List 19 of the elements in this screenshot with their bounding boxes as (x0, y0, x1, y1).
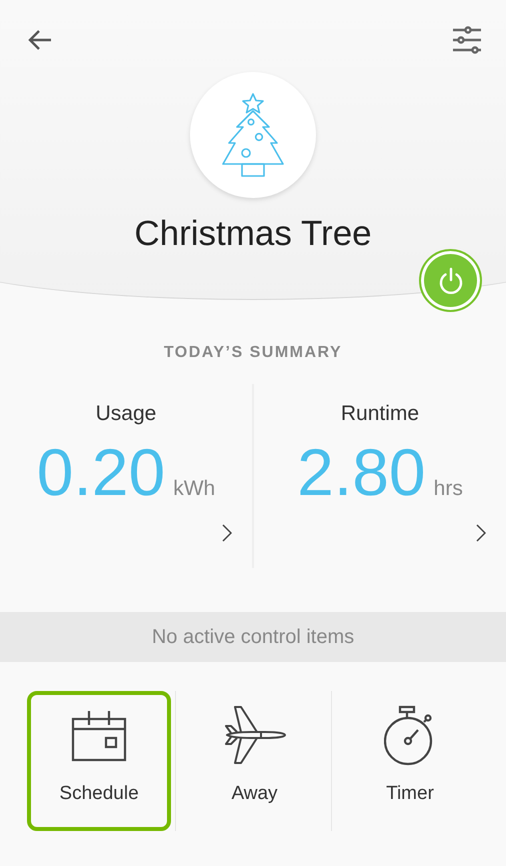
summary-heading: TODAY’S SUMMARY (162, 344, 344, 362)
status-banner: No active control items (0, 612, 506, 662)
control-tile[interactable]: Away (182, 691, 327, 831)
back-arrow-icon[interactable] (27, 29, 53, 51)
airplane-icon (222, 705, 286, 767)
metric-unit: kWh (173, 477, 216, 501)
control-tile[interactable]: Timer (338, 691, 482, 831)
settings-sliders-icon[interactable] (452, 26, 482, 54)
chevron-right-icon[interactable] (476, 524, 486, 542)
metric-value: 2.80 (297, 434, 426, 510)
device-title: Christmas Tree (134, 214, 372, 254)
metric-value: 0.20 (36, 434, 166, 510)
chevron-right-icon[interactable] (222, 524, 232, 542)
control-tile[interactable]: Schedule (27, 691, 172, 831)
metric-unit: hrs (434, 477, 463, 501)
metric-label: Runtime (340, 402, 420, 426)
metric-label: Usage (96, 402, 156, 426)
christmas-tree-icon (222, 93, 284, 177)
calendar-icon (71, 709, 128, 763)
